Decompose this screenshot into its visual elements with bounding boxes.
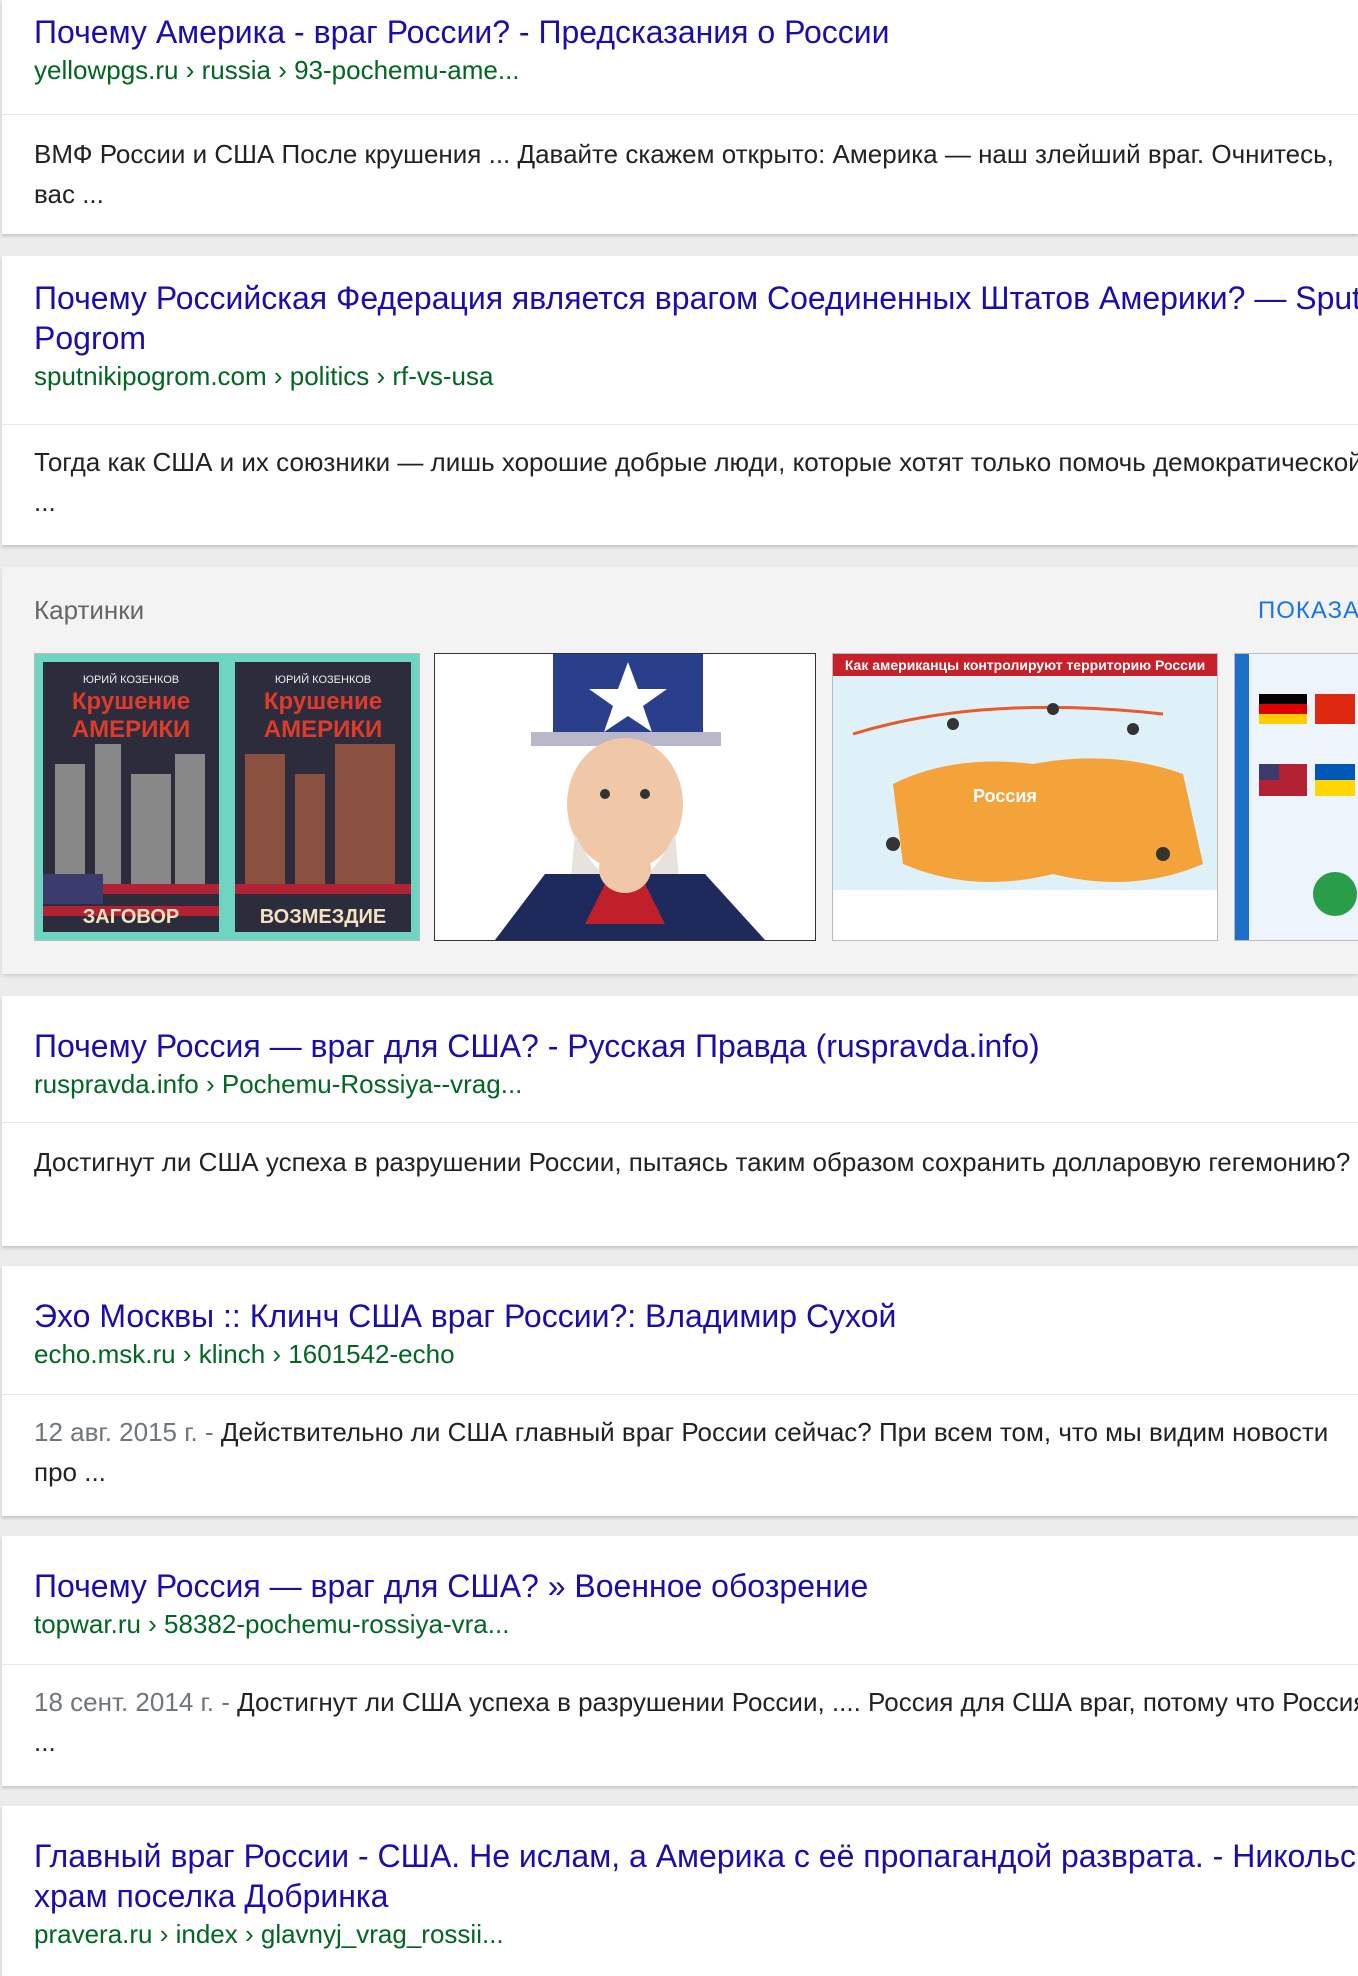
divider bbox=[2, 114, 1358, 115]
uncle-sam-image bbox=[495, 654, 765, 940]
result-snippet-text: Действительно ли США главный враг России… bbox=[34, 1417, 1329, 1487]
image-thumb-flags[interactable] bbox=[1234, 653, 1358, 941]
book2-title: Крушение bbox=[263, 688, 383, 715]
result-title-link[interactable]: Эхо Москвы :: Клинч США враг России?: Вл… bbox=[34, 1296, 1358, 1336]
divider bbox=[2, 1664, 1358, 1665]
result-date: 18 сент. 2014 г. - bbox=[34, 1687, 238, 1717]
result-url[interactable]: sputnikipogrom.com › politics › rf-vs-us… bbox=[34, 359, 1358, 393]
result-title-link[interactable]: Главный враг России - США. Не ислам, а А… bbox=[34, 1836, 1358, 1916]
book2-title2: АМЕРИКИ bbox=[263, 716, 383, 743]
flags-image bbox=[1235, 654, 1357, 940]
result-url[interactable]: ruspravda.info › Pochemu-Rossiya--vrag..… bbox=[34, 1067, 1358, 1101]
result-card: Почему Америка - враг России? - Предсказ… bbox=[2, 0, 1358, 234]
book1-title: Крушение bbox=[71, 688, 191, 715]
image-thumb-map[interactable]: Как американцы контролируют территорию Р… bbox=[832, 653, 1218, 941]
book1-author: ЮРИЙ КОЗЕНКОВ bbox=[82, 674, 180, 686]
result-title-link[interactable]: Почему Россия — враг для США? » Военное … bbox=[34, 1566, 1358, 1606]
result-snippet: 12 авг. 2015 г. - Действительно ли США г… bbox=[34, 1412, 1358, 1492]
divider bbox=[2, 1122, 1358, 1123]
result-url[interactable]: echo.msk.ru › klinch › 1601542-echo bbox=[34, 1337, 1358, 1371]
book1-subtitle: ЗАГОВОР bbox=[82, 906, 180, 928]
result-card: Почему Россия — враг для США? » Военное … bbox=[2, 1536, 1358, 1786]
show-all-images-link[interactable]: ПОКАЗАТЬ ВСЕ bbox=[1258, 597, 1358, 625]
result-url[interactable]: pravera.ru › index › glavnyj_vrag_rossii… bbox=[34, 1917, 1358, 1951]
result-card: Главный враг России - США. Не ислам, а А… bbox=[2, 1806, 1358, 1976]
result-snippet: 18 сент. 2014 г. - Достигнут ли США успе… bbox=[34, 1682, 1358, 1762]
divider bbox=[2, 1394, 1358, 1395]
result-url[interactable]: yellowpgs.ru › russia › 93-pochemu-ame..… bbox=[34, 53, 1358, 87]
result-card: Эхо Москвы :: Клинч США враг России?: Вл… bbox=[2, 1266, 1358, 1516]
divider bbox=[2, 424, 1358, 425]
result-snippet: Тогда как США и их союзники — лишь хорош… bbox=[34, 447, 1358, 517]
result-title-link[interactable]: Почему Россия — враг для США? - Русская … bbox=[34, 1026, 1358, 1066]
image-thumb-uncle-sam[interactable] bbox=[434, 653, 816, 941]
result-url[interactable]: topwar.ru › 58382-pochemu-rossiya-vra... bbox=[34, 1607, 1358, 1641]
result-date: 12 авг. 2015 г. - bbox=[34, 1417, 221, 1447]
result-card: Почему Российская Федерация является вра… bbox=[2, 256, 1358, 545]
map-region-label: Россия bbox=[973, 786, 1037, 806]
result-snippet: Достигнут ли США успеха в разрушении Рос… bbox=[34, 1147, 1351, 1177]
images-block: Картинки ПОКАЗАТЬ ВСЕ ЮРИЙ КОЗЕНКОВ Круш… bbox=[2, 567, 1358, 974]
result-card: Почему Россия — враг для США? - Русская … bbox=[2, 996, 1358, 1246]
image-thumb-book-covers[interactable]: ЮРИЙ КОЗЕНКОВ Крушение АМЕРИКИ ЗАГОВОР Ю… bbox=[34, 653, 420, 941]
images-label: Картинки bbox=[34, 595, 145, 625]
result-title-link[interactable]: Почему Америка - враг России? - Предсказ… bbox=[34, 12, 1358, 52]
book2-author: ЮРИЙ КОЗЕНКОВ bbox=[274, 674, 372, 686]
result-title-link[interactable]: Почему Российская Федерация является вра… bbox=[34, 278, 1358, 358]
book2-subtitle: ВОЗМЕЗДИЕ bbox=[259, 906, 387, 928]
book1-title2: АМЕРИКИ bbox=[71, 716, 191, 743]
result-snippet: ВМФ России и США После крушения ... Дава… bbox=[34, 139, 1334, 209]
